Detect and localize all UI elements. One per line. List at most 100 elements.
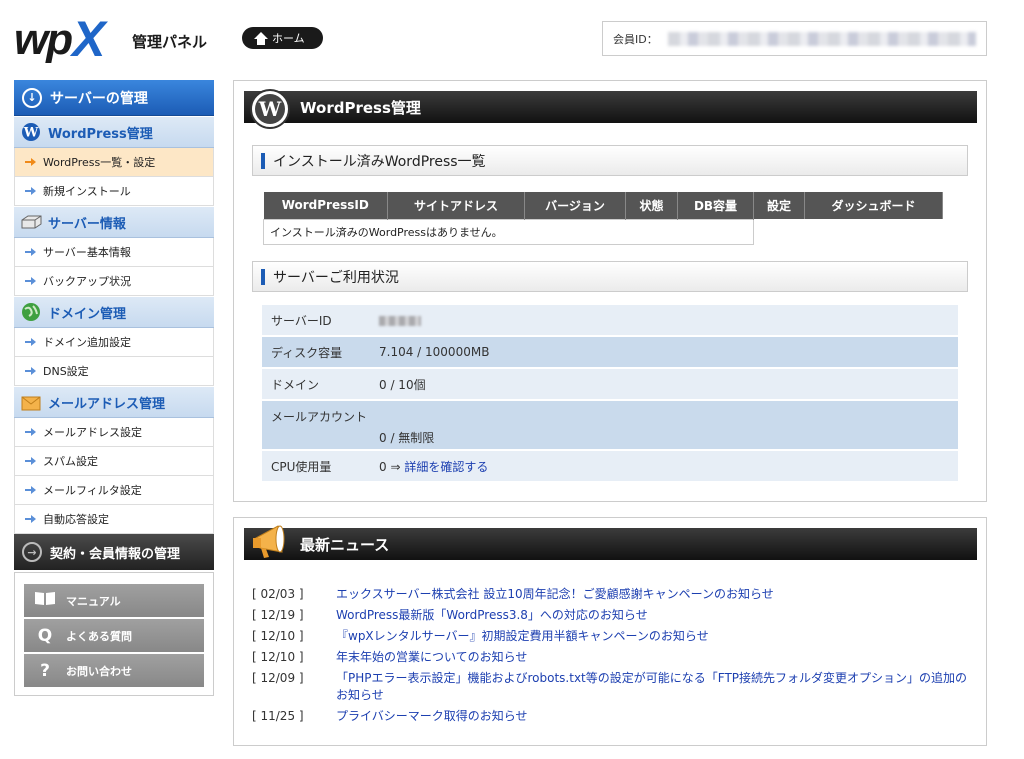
- sidebar-item-new-install[interactable]: 新規インストール: [14, 177, 214, 206]
- usage-label: メールアカウント: [271, 410, 368, 424]
- arrow-right-icon: [25, 277, 37, 285]
- sidebar-item-auto-reply[interactable]: 自動応答設定: [14, 505, 214, 534]
- logo-x-text: X: [72, 11, 106, 67]
- wordpress-panel-title: WordPress管理: [300, 98, 421, 117]
- usage-row-mail: メールアカウント 0 / 無制限: [262, 401, 958, 451]
- svg-text:W: W: [23, 126, 39, 141]
- sidebar-category-mail[interactable]: メールアドレス管理: [14, 386, 214, 418]
- sidebar-item-dns[interactable]: DNS設定: [14, 357, 214, 386]
- sidebar-category-wordpress[interactable]: W WordPress管理: [14, 116, 214, 148]
- sidebar-item-label: DNS設定: [43, 365, 89, 378]
- help-box: マニュアル Q よくある質問 ? お問い合わせ: [14, 572, 214, 696]
- usage-table: サーバーID ディスク容量 7.104 / 100000MB ドメイン 0 / …: [262, 305, 958, 483]
- book-icon: [34, 590, 56, 611]
- col-settings: 設定: [753, 192, 805, 219]
- col-status: 状態: [625, 192, 678, 219]
- sidebar: ↓ サーバーの管理 W WordPress管理 WordPress一覧・設定 新…: [14, 80, 214, 570]
- list-item: [ 02/03 ] エックスサーバー株式会社 設立10周年記念！ご愛顧感謝キャン…: [252, 586, 972, 603]
- member-id-label: 会員ID：: [613, 32, 658, 46]
- col-version: バージョン: [524, 192, 626, 219]
- news-date: [ 12/10 ]: [252, 629, 304, 643]
- faq-button-label: よくある質問: [66, 629, 132, 643]
- arrow-right-circle-icon: →: [22, 542, 42, 562]
- sidebar-item-mail-filter[interactable]: メールフィルタ設定: [14, 476, 214, 505]
- home-icon: [254, 31, 268, 45]
- usage-heading: サーバーご利用状況: [252, 261, 968, 292]
- sidebar-server-mgmt-header[interactable]: ↓ サーバーの管理: [14, 80, 214, 116]
- sidebar-item-label: スパム設定: [43, 455, 98, 468]
- cpu-value: 0 ⇒: [379, 459, 405, 474]
- arrow-right-icon: [25, 338, 37, 346]
- contact-button[interactable]: ? お問い合わせ: [24, 654, 204, 687]
- sidebar-category-label: ドメイン管理: [48, 306, 127, 322]
- arrow-right-icon: [25, 248, 37, 256]
- news-link[interactable]: 「PHPエラー表示設定」機能およびrobots.txt等の設定が可能になる「FT…: [336, 670, 972, 704]
- server-icon: [20, 212, 42, 232]
- list-item: [ 12/10 ] 年末年始の営業についてのお知らせ: [252, 649, 972, 666]
- arrow-right-icon: [25, 187, 37, 195]
- sidebar-item-spam[interactable]: スパム設定: [14, 447, 214, 476]
- question-icon: ?: [40, 660, 50, 681]
- sidebar-item-mail-address[interactable]: メールアドレス設定: [14, 418, 214, 447]
- col-site-address: サイトアドレス: [387, 192, 525, 219]
- list-item: [ 12/09 ] 「PHPエラー表示設定」機能およびrobots.txt等の設…: [252, 670, 972, 704]
- sidebar-category-domain[interactable]: ドメイン管理: [14, 296, 214, 328]
- wordpress-logo-icon: W: [250, 89, 290, 129]
- col-db-size: DB容量: [677, 192, 754, 219]
- news-link[interactable]: 年末年始の営業についてのお知らせ: [336, 649, 527, 666]
- usage-label: ディスク容量: [271, 345, 343, 360]
- sidebar-item-label: メールフィルタ設定: [43, 484, 142, 497]
- sidebar-item-label: 新規インストール: [43, 185, 131, 198]
- member-id-box: 会員ID：: [602, 21, 987, 56]
- usage-label: サーバーID: [271, 313, 332, 328]
- arrow-right-icon: [25, 367, 37, 375]
- sidebar-category-server-info[interactable]: サーバー情報: [14, 206, 214, 238]
- news-date: [ 11/25 ]: [252, 709, 304, 723]
- list-item: [ 11/25 ] プライバシーマーク取得のお知らせ: [252, 708, 972, 725]
- news-panel: 最新ニュース [ 02/03 ] エックスサーバー株式会社 設立10周年記念！ご…: [233, 517, 987, 746]
- q-icon: Q: [37, 625, 53, 646]
- globe-icon: [20, 302, 42, 322]
- news-date: [ 02/03 ]: [252, 587, 304, 601]
- contact-button-label: お問い合わせ: [66, 664, 132, 678]
- server-id-redacted: [379, 315, 421, 326]
- sidebar-item-wordpress-list[interactable]: WordPress一覧・設定: [14, 148, 214, 177]
- news-panel-header: 最新ニュース: [244, 525, 977, 560]
- col-dashboard: ダッシュボード: [804, 192, 943, 219]
- arrow-right-icon: [25, 457, 37, 465]
- usage-row-cpu: CPU使用量 0 ⇒ 詳細を確認する: [262, 451, 958, 483]
- home-button[interactable]: ホーム: [242, 27, 323, 49]
- logo-wp-text: wp: [14, 15, 73, 64]
- sidebar-server-mgmt-label: サーバーの管理: [50, 90, 148, 107]
- wpx-logo[interactable]: wp X: [14, 11, 106, 67]
- news-link[interactable]: プライバシーマーク取得のお知らせ: [336, 708, 528, 725]
- sidebar-item-label: メールアドレス設定: [43, 426, 142, 439]
- usage-row-disk: ディスク容量 7.104 / 100000MB: [262, 337, 958, 369]
- news-link[interactable]: WordPress最新版「WordPress3.8」への対応のお知らせ: [336, 607, 648, 624]
- wordpress-panel-header: W WordPress管理: [244, 89, 977, 129]
- usage-row-server-id: サーバーID: [262, 305, 958, 337]
- sidebar-item-domain-add[interactable]: ドメイン追加設定: [14, 328, 214, 357]
- mail-icon: [20, 392, 42, 412]
- news-panel-title: 最新ニュース: [300, 535, 390, 554]
- sidebar-item-label: WordPress一覧・設定: [43, 156, 156, 169]
- sidebar-item-backup[interactable]: バックアップ状況: [14, 267, 214, 296]
- installed-list-heading-text: インストール済みWordPress一覧: [273, 153, 486, 170]
- manual-button-label: マニュアル: [66, 594, 121, 608]
- usage-value: 0 / 無制限: [379, 431, 435, 445]
- cpu-details-link[interactable]: 詳細を確認する: [404, 460, 488, 474]
- wordpress-icon: W: [20, 122, 42, 142]
- empty-message: インストール済みのWordPressはありません。: [263, 218, 754, 245]
- sidebar-item-server-basic[interactable]: サーバー基本情報: [14, 238, 214, 267]
- manual-button[interactable]: マニュアル: [24, 584, 204, 617]
- sidebar-contract-header[interactable]: → 契約・会員情報の管理: [14, 534, 214, 570]
- sidebar-category-label: サーバー情報: [48, 216, 126, 232]
- sidebar-category-label: メールアドレス管理: [48, 396, 166, 412]
- arrow-right-icon: [25, 158, 37, 166]
- member-id-redacted: [667, 31, 976, 46]
- list-item: [ 12/19 ] WordPress最新版「WordPress3.8」への対応…: [252, 607, 972, 624]
- sidebar-contract-label: 契約・会員情報の管理: [50, 546, 181, 562]
- faq-button[interactable]: Q よくある質問: [24, 619, 204, 652]
- news-link[interactable]: エックスサーバー株式会社 設立10周年記念！ご愛顧感謝キャンペーンのお知らせ: [336, 586, 774, 603]
- news-link[interactable]: 『wpXレンタルサーバー』初期設定費用半額キャンペーンのお知らせ: [336, 628, 709, 645]
